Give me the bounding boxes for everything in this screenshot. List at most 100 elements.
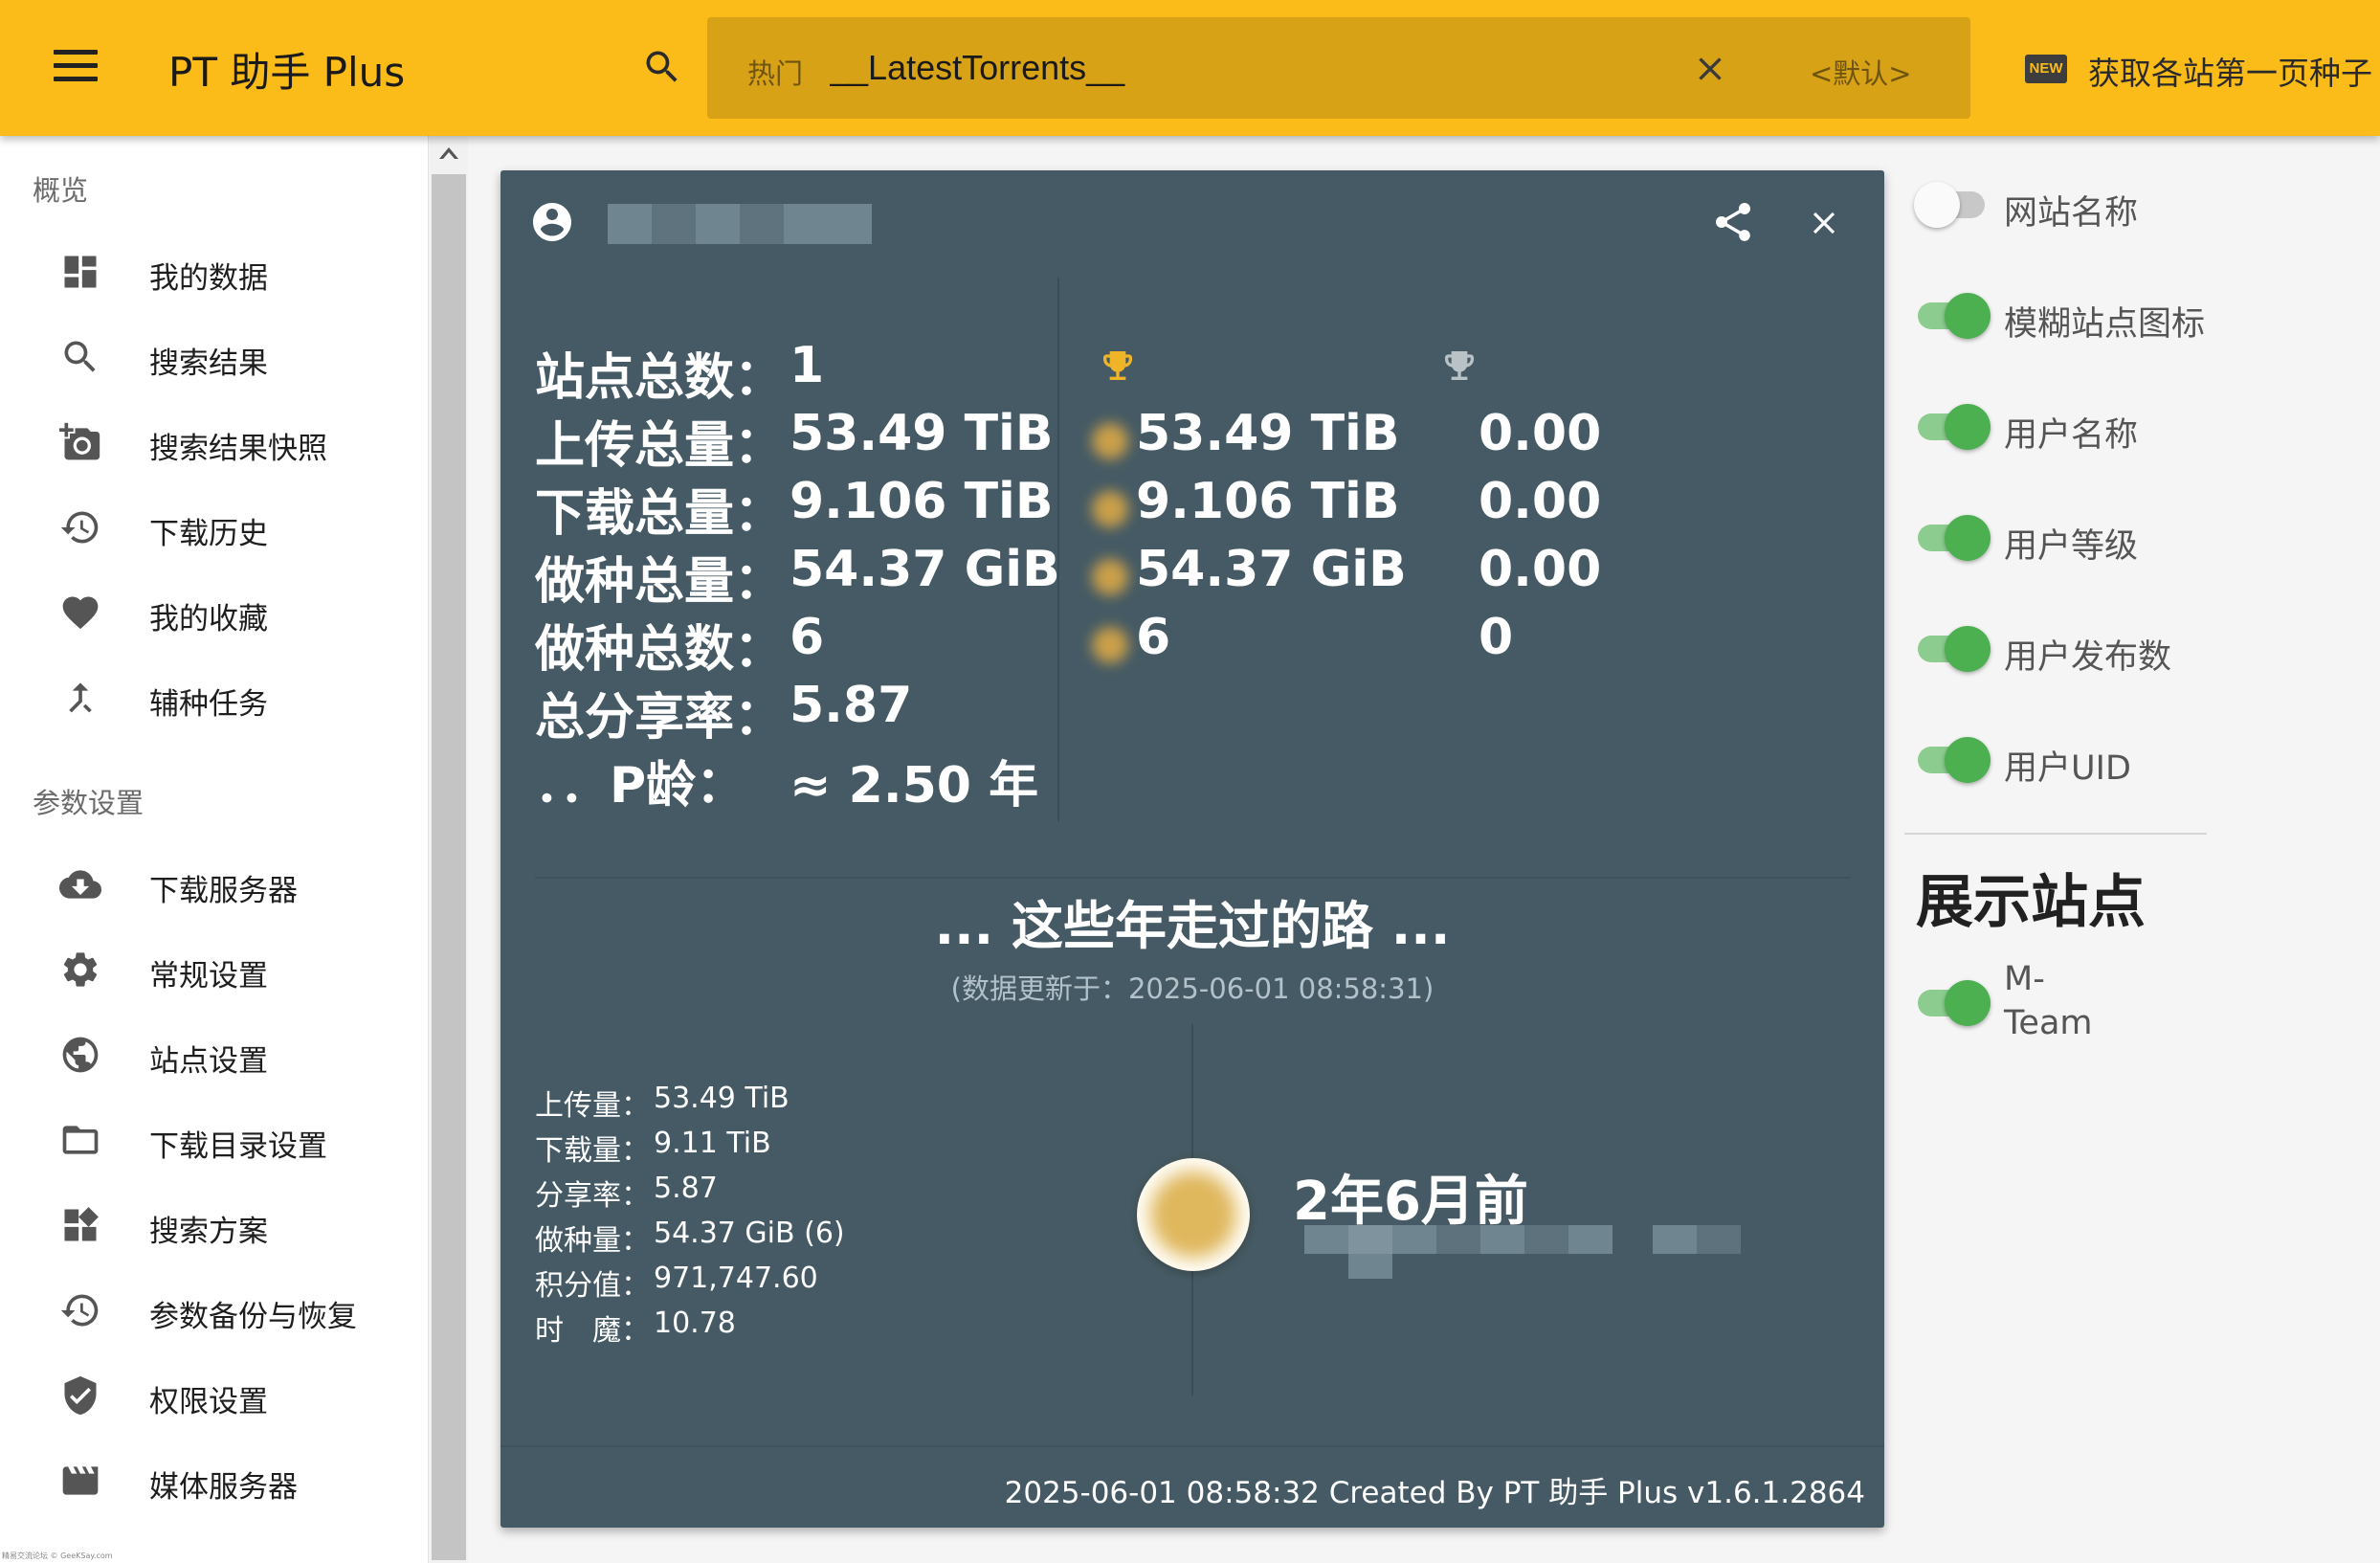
- detail-label: 分享率：: [535, 1179, 650, 1213]
- toggle-user-uid[interactable]: 用户UID: [1904, 722, 2364, 798]
- sidebar-item-label: 参数备份与恢复: [149, 1300, 357, 1334]
- site-icon-blurred: [1092, 423, 1128, 459]
- sidebar-item-label: 下载目录设置: [149, 1129, 327, 1164]
- toggle-label: 模糊站点图标: [2004, 305, 2206, 344]
- clear-icon[interactable]: [1691, 50, 1729, 88]
- fetch-latest-torrents-button[interactable]: 获取各站第一页种子: [2088, 48, 2372, 94]
- silver-seeding-size-value: 0.00: [1479, 541, 1602, 598]
- switch-site-name[interactable]: [1914, 182, 1991, 228]
- sidebar-item-label: 我的收藏: [149, 602, 268, 636]
- site-icon-blurred: [1092, 491, 1128, 527]
- sidebar-item-favorites[interactable]: 我的收藏: [0, 573, 429, 652]
- hamburger-menu-icon[interactable]: [54, 50, 98, 86]
- gear-icon: [63, 952, 98, 987]
- new-badge-icon[interactable]: NEW: [2025, 55, 2067, 83]
- cloud-download-icon: [59, 870, 101, 899]
- site-seeding-size-value: 54.37 GiB: [1136, 541, 1407, 598]
- sidebar-item-download-servers[interactable]: 下载服务器: [0, 845, 429, 924]
- sidebar-item-permissions[interactable]: 权限设置: [0, 1356, 429, 1435]
- sidebar-item-label: 媒体服务器: [149, 1470, 298, 1505]
- sidebar-item-site-settings[interactable]: 站点设置: [0, 1016, 429, 1094]
- switch-user-uploads[interactable]: [1914, 626, 1991, 672]
- section-title-settings: 参数设置: [33, 787, 145, 819]
- search-prefix: 热门: [747, 57, 804, 90]
- sidebar-item-download-dir-settings[interactable]: 下载目录设置: [0, 1101, 429, 1179]
- panel-divider: [1904, 833, 2207, 835]
- sidebar-item-download-history[interactable]: 下载历史: [0, 488, 429, 567]
- stat-label: 做种总量：: [535, 553, 785, 611]
- search-input[interactable]: [830, 42, 1308, 94]
- time-ago-label: 2年6月前: [1293, 1171, 1528, 1233]
- site-label: M-Team: [2004, 960, 2093, 1042]
- switch-site-m-team[interactable]: [1914, 980, 1991, 1026]
- section-divider: [535, 877, 1850, 879]
- sidebar-item-my-data[interactable]: 我的数据: [0, 233, 429, 311]
- search-box[interactable]: 热门 <默认>: [707, 17, 1970, 119]
- close-icon[interactable]: [1806, 205, 1842, 241]
- detail-upload: 上传量： 53.49 TiB: [535, 1082, 790, 1124]
- folder-icon: [62, 1126, 99, 1154]
- detail-value: 53.49 TiB: [654, 1082, 790, 1115]
- detail-seeding: 做种量： 54.37 GiB (6): [535, 1217, 845, 1259]
- section-title-overview: 概览: [33, 174, 89, 207]
- toggle-user-level[interactable]: 用户等级: [1904, 500, 2364, 576]
- sidebar-item-label: 搜索结果: [149, 346, 268, 381]
- sidebar-item-search-schemes[interactable]: 搜索方案: [0, 1186, 429, 1264]
- toggle-user-uploads[interactable]: 用户发布数: [1904, 611, 2364, 687]
- footer-created-by: 2025-06-01 08:58:32 Created By PT 助手 Plu…: [1004, 1476, 1865, 1510]
- toggle-label: 网站名称: [2004, 194, 2139, 233]
- add-photo-icon: [59, 422, 100, 460]
- stat-label: 总分享率：: [535, 689, 785, 747]
- stat-value: 9.106 TiB: [790, 473, 1054, 530]
- toggle-site-name[interactable]: 网站名称: [1904, 167, 2364, 243]
- watermark: 精易交流论坛 © GeeKSay.com: [2, 1552, 113, 1560]
- heart-icon: [62, 596, 99, 630]
- sidebar-item-label: 下载历史: [149, 517, 268, 551]
- switch-user-name[interactable]: [1914, 404, 1991, 450]
- detail-bonus: 积分值： 971,747.60: [535, 1262, 818, 1304]
- stat-site-count: 站点总数： 1: [535, 337, 824, 407]
- search-scope-selector[interactable]: <默认>: [1810, 52, 1912, 92]
- account-circle-icon: [533, 203, 571, 241]
- detail-value: 10.78: [654, 1306, 736, 1340]
- sidebar-item-label: 辅种任务: [149, 687, 268, 722]
- detail-label: 下载量：: [535, 1134, 650, 1168]
- stat-total-seeding-size: 做种总量： 54.37 GiB: [535, 541, 1060, 611]
- share-icon[interactable]: [1710, 199, 1756, 245]
- stat-label: 站点总数：: [535, 349, 785, 407]
- stat-value: 53.49 TiB: [790, 405, 1054, 462]
- toggle-site-m-team[interactable]: M-Team: [1904, 957, 2364, 1053]
- sidebar-item-backup-restore[interactable]: 参数备份与恢复: [0, 1271, 429, 1350]
- sidebar-item-label: 站点设置: [149, 1044, 268, 1079]
- detail-label: 做种量：: [535, 1224, 650, 1258]
- sidebar-item-cross-seed[interactable]: 辅种任务: [0, 659, 429, 737]
- scrollbar-thumb[interactable]: [432, 174, 466, 1560]
- sidebar-item-media-servers[interactable]: 媒体服务器: [0, 1441, 429, 1520]
- sidebar-item-label: 权限设置: [149, 1385, 268, 1419]
- globe-icon: [62, 1037, 99, 1073]
- journey-title: ... 这些年走过的路 ...: [934, 896, 1451, 956]
- stat-value: 54.37 GiB: [790, 541, 1060, 598]
- widgets-icon: [64, 1207, 99, 1241]
- toggle-user-name[interactable]: 用户名称: [1904, 389, 2364, 465]
- sidebar-item-general-settings[interactable]: 常规设置: [0, 930, 429, 1009]
- restore-icon: [60, 1294, 99, 1327]
- sidebar-item-search-snapshot[interactable]: 搜索结果快照: [0, 403, 429, 481]
- chevron-up-icon[interactable]: [437, 144, 460, 163]
- stat-label: 上传总量：: [535, 417, 785, 475]
- sidebar-item-search-results[interactable]: 搜索结果: [0, 318, 429, 396]
- detail-value: 9.11 TiB: [654, 1127, 771, 1160]
- vertical-scrollbar[interactable]: [430, 136, 468, 1563]
- stat-total-download: 下载总量： 9.106 TiB: [535, 473, 1054, 543]
- history-icon: [60, 511, 99, 544]
- toggle-blur-site-icon[interactable]: 模糊站点图标: [1904, 278, 2364, 354]
- detail-value: 5.87: [654, 1172, 718, 1205]
- site-avatar-blurred: [1137, 1158, 1250, 1271]
- switch-user-level[interactable]: [1914, 515, 1991, 561]
- search-icon[interactable]: [641, 46, 683, 88]
- detail-label: 上传量：: [535, 1089, 650, 1123]
- switch-user-uid[interactable]: [1914, 737, 1991, 783]
- switch-blur-site-icon[interactable]: [1914, 293, 1991, 339]
- movie-icon: [62, 1466, 99, 1495]
- site-icon-blurred: [1092, 627, 1128, 663]
